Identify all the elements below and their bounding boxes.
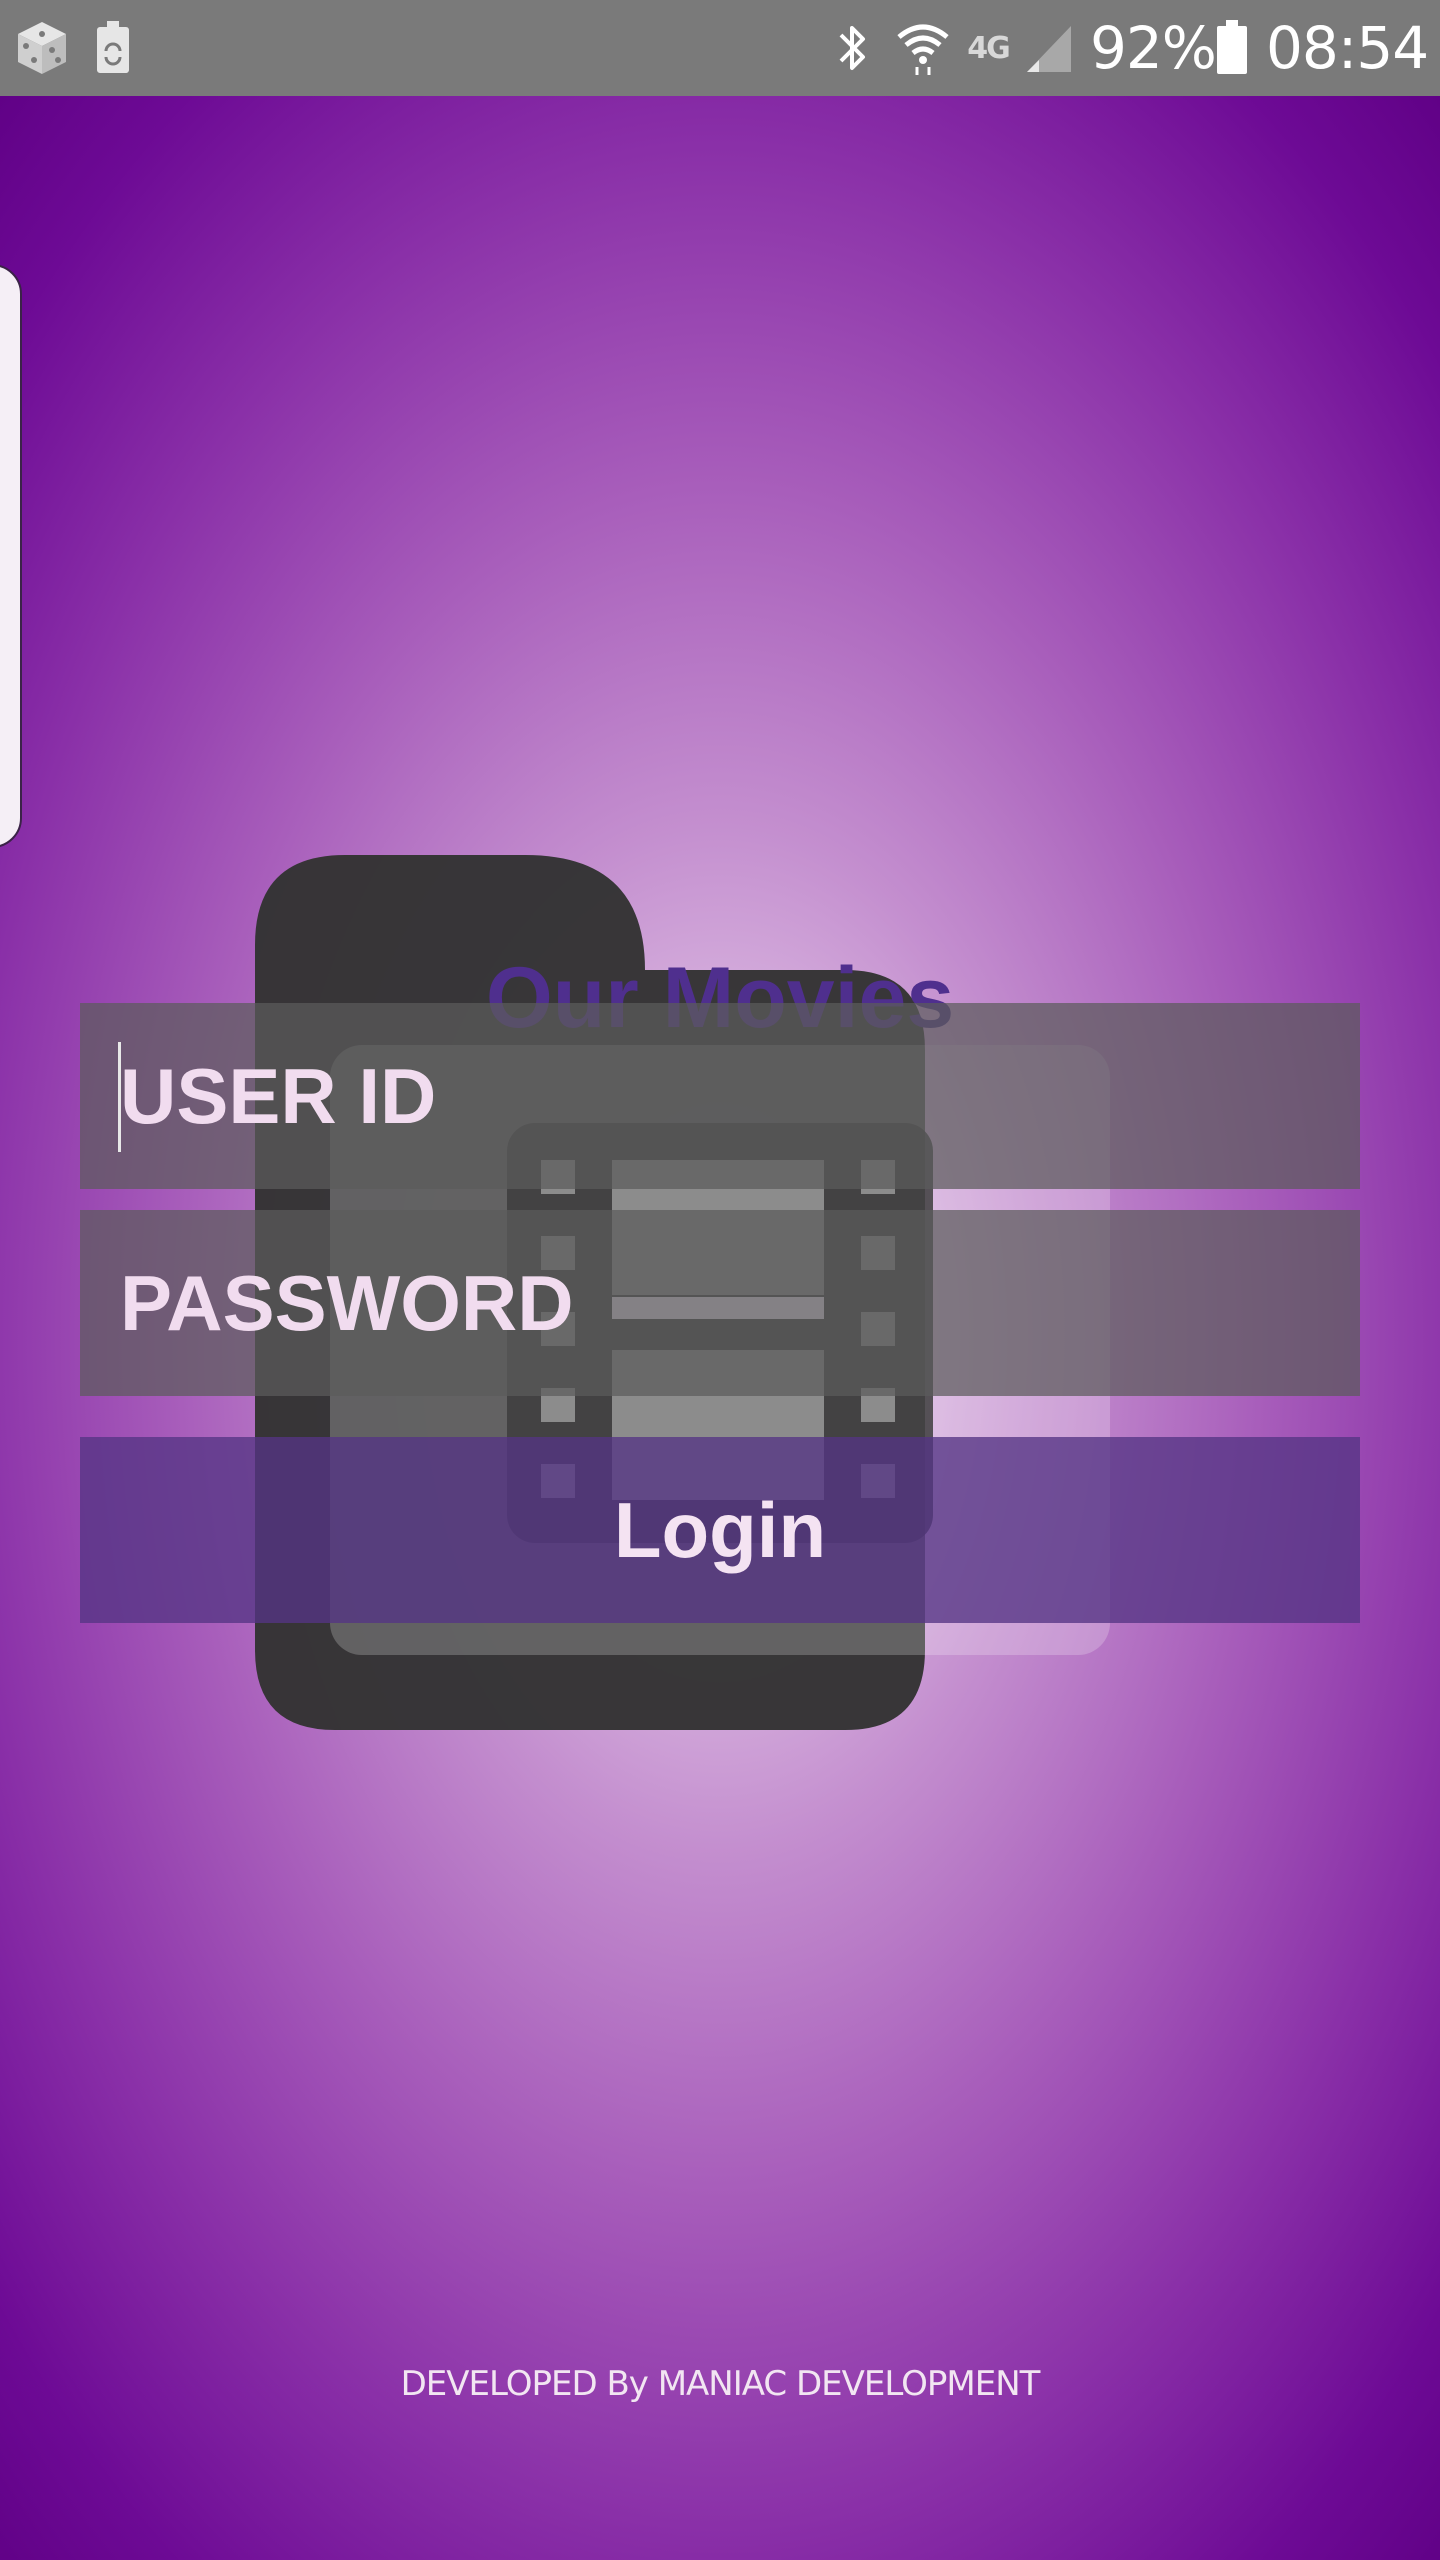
text-cursor — [118, 1042, 121, 1152]
password-field[interactable] — [80, 1210, 1360, 1396]
login-button[interactable]: Login — [80, 1437, 1360, 1623]
wifi-icon — [896, 18, 950, 78]
developer-credit: DEVELOPED By MANIAC DEVELOPMENT — [400, 2364, 1041, 2404]
password-input[interactable] — [120, 1210, 1360, 1396]
dice-icon — [14, 18, 70, 78]
login-screen: 4G 92% 08:54 Our Movies USER ID Login DE… — [0, 0, 1440, 2560]
battery-percent: 92% — [1090, 14, 1217, 82]
battery-saver-icon — [94, 18, 132, 78]
clock-time: 08:54 — [1266, 14, 1429, 82]
edge-panel-handle[interactable] — [0, 264, 22, 848]
status-bar: 4G 92% 08:54 — [0, 0, 1440, 96]
signal-icon — [1024, 18, 1074, 78]
user-id-input[interactable] — [120, 1003, 1360, 1189]
battery-icon — [1214, 18, 1250, 78]
lte-icon: 4G — [967, 30, 1010, 66]
user-id-field[interactable] — [80, 1003, 1360, 1189]
bluetooth-icon — [832, 18, 872, 78]
